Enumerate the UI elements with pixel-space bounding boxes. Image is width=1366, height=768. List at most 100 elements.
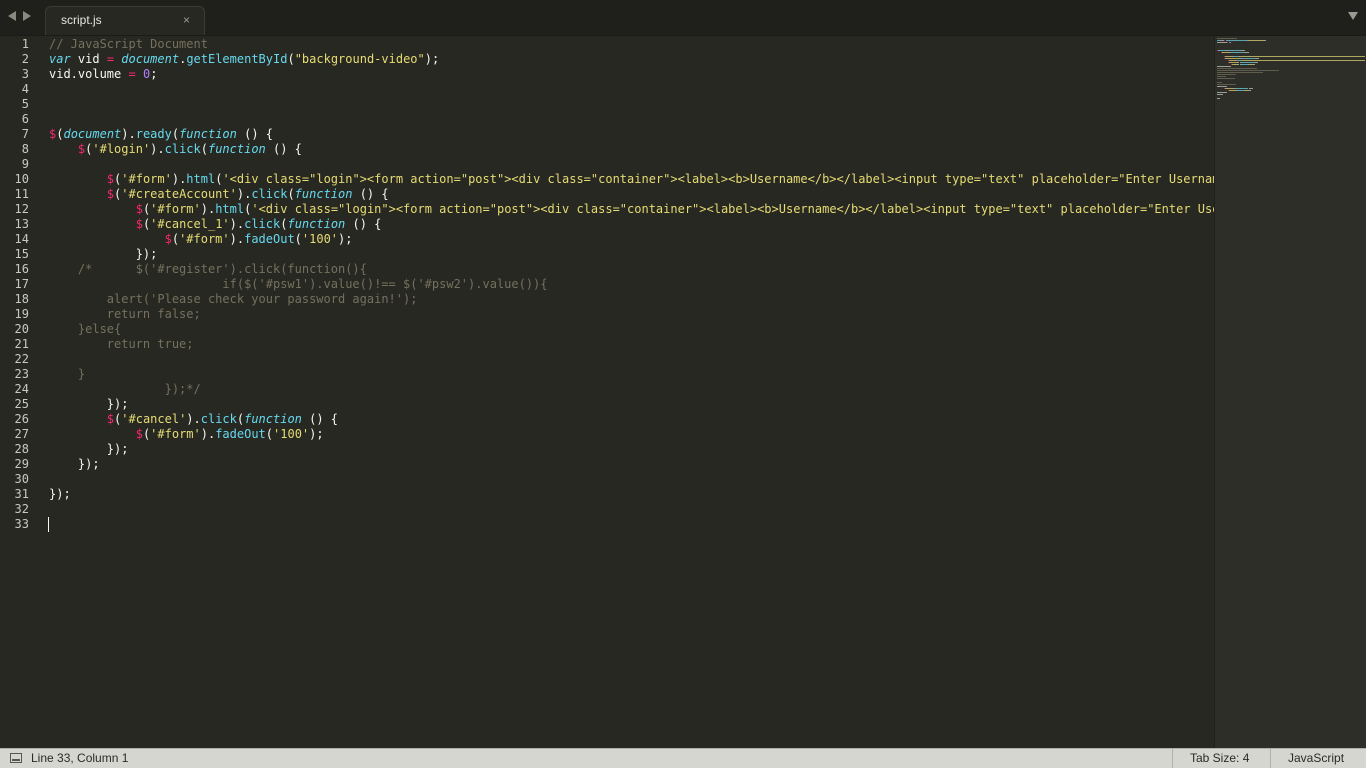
- code-token: function: [179, 127, 237, 141]
- line-number: 22: [14, 352, 29, 366]
- minimap-stroke: [1226, 42, 1228, 43]
- line-number: 6: [21, 112, 29, 126]
- line-number: 28: [14, 442, 29, 456]
- minimap-viewport[interactable]: [1215, 36, 1366, 748]
- minimap-stroke: [1217, 86, 1227, 87]
- code-token: "background-video": [294, 52, 425, 66]
- code-line: // JavaScript Document: [49, 37, 208, 52]
- line-number: 3: [21, 67, 29, 81]
- code-token: });: [49, 457, 100, 471]
- code-token: $: [106, 412, 115, 426]
- line-number: 12: [14, 202, 29, 216]
- code-line: $('#form').html('<div class="login"><for…: [49, 172, 1214, 187]
- minimap-stroke: [1217, 68, 1257, 69]
- line-number: 4: [21, 82, 29, 96]
- line-number: 15: [14, 247, 29, 261]
- minimap-stroke: [1241, 88, 1249, 89]
- minimap-stroke: [1247, 58, 1255, 59]
- code-area[interactable]: // JavaScript Document var vid = document…: [49, 36, 1214, 748]
- tab-script-js[interactable]: script.js ×: [45, 6, 205, 35]
- line-number: 21: [14, 337, 29, 351]
- line-number: 9: [21, 157, 29, 171]
- line-number: 2: [21, 52, 29, 66]
- code-token: var: [49, 52, 71, 66]
- code-token: });: [49, 247, 158, 261]
- panel-toggle-icon[interactable]: [10, 753, 22, 763]
- code-token: '#form': [150, 427, 201, 441]
- line-number: 10: [14, 172, 29, 186]
- code-line: }else{: [49, 322, 121, 337]
- nav-back-icon[interactable]: [7, 10, 17, 22]
- editor-window: script.js × 1 2 3 4 5 6 7 8 9 10 11 12 13 14 15 16 17 18 1…: [0, 0, 1366, 768]
- line-number: 1: [21, 37, 29, 51]
- minimap-stroke: [1226, 88, 1235, 89]
- tab-size-selector[interactable]: Tab Size: 4: [1190, 751, 1249, 765]
- code-line: $('#cancel').click(function () {: [49, 412, 338, 427]
- code-token: $: [135, 202, 143, 216]
- code-token: // JavaScript Document: [49, 37, 208, 51]
- code-token: ).: [236, 187, 252, 201]
- line-number: 13: [14, 217, 29, 231]
- minimap-stroke: [1226, 40, 1234, 41]
- code-token: getElementById: [186, 52, 288, 66]
- code-token: '#createAccount': [121, 187, 237, 201]
- code-token: (: [171, 127, 180, 141]
- code-token: $: [106, 172, 115, 186]
- line-number: 29: [14, 457, 29, 471]
- minimap-stroke: [1217, 74, 1236, 75]
- code-token: });: [49, 487, 71, 501]
- close-icon[interactable]: ×: [183, 13, 190, 27]
- minimap-stroke: [1218, 50, 1226, 51]
- code-line: alert('Please check your password again!…: [49, 292, 418, 307]
- minimap-stroke: [1217, 94, 1224, 95]
- code-token: }else{: [49, 322, 122, 336]
- code-line: $('#login').click(function () {: [49, 142, 302, 157]
- line-number: 20: [14, 322, 29, 336]
- minimap[interactable]: [1214, 36, 1366, 748]
- code-token: function: [287, 217, 346, 231]
- line-number: 26: [14, 412, 29, 426]
- code-token: (: [294, 232, 302, 246]
- code-token: );: [309, 427, 324, 441]
- code-token: });: [49, 397, 129, 411]
- line-number: 18: [14, 292, 29, 306]
- minimap-stroke: [1217, 72, 1263, 73]
- line-number: 25: [14, 397, 29, 411]
- line-number: 33: [14, 517, 29, 531]
- nav-forward-icon[interactable]: [22, 10, 32, 22]
- minimap-stroke: [1242, 60, 1365, 61]
- code-line: });: [49, 487, 71, 502]
- code-line: });: [49, 442, 129, 457]
- minimap-stroke: [1222, 52, 1230, 53]
- code-token: click: [251, 187, 288, 201]
- line-number: 31: [14, 487, 29, 501]
- chevron-down-icon[interactable]: [1348, 12, 1358, 20]
- code-token: function: [294, 187, 353, 201]
- code-token: if($('#psw1').value()!== $('#psw2').valu…: [49, 277, 548, 291]
- minimap-stroke: [1229, 42, 1231, 43]
- tab-bar: script.js ×: [0, 0, 1366, 36]
- syntax-selector[interactable]: JavaScript: [1288, 751, 1344, 765]
- code-token: '100': [273, 427, 310, 441]
- code-token: (: [287, 52, 295, 66]
- code-editor[interactable]: 1 2 3 4 5 6 7 8 9 10 11 12 13 14 15 16 17 18 19 20 21 22 23 24 2…: [0, 36, 1214, 748]
- text-cursor: [48, 517, 49, 532]
- line-number: 16: [14, 262, 29, 276]
- code-token: (: [265, 427, 274, 441]
- code-line: var vid = document.getElementById("backg…: [49, 52, 439, 67]
- code-token: =: [128, 67, 136, 81]
- minimap-stroke: [1246, 62, 1254, 63]
- code-token: '<div class="login"><form action="post">…: [222, 172, 1214, 186]
- minimap-stroke: [1217, 66, 1231, 67]
- code-token: ).: [229, 217, 245, 231]
- code-token: }: [49, 367, 86, 381]
- minimap-stroke: [1217, 92, 1227, 93]
- code-line: return false;: [49, 307, 201, 322]
- code-line: });: [49, 397, 129, 412]
- code-token: ready: [135, 127, 172, 141]
- status-divider: [1270, 749, 1271, 768]
